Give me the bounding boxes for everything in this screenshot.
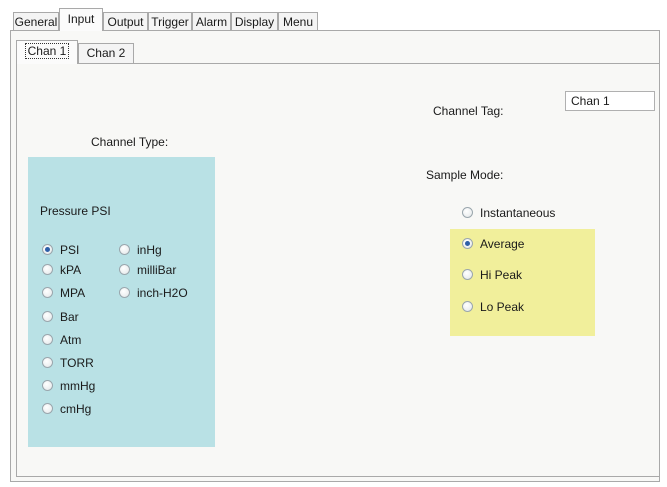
radio-circle [42, 311, 53, 323]
radio-circle [42, 264, 53, 276]
radio-label: cmHg [60, 402, 92, 416]
radio-average[interactable]: Average [462, 236, 524, 252]
radio-label: mmHg [60, 379, 96, 393]
tab-alarm[interactable]: Alarm [192, 12, 231, 30]
subtab-chan-1-label: Chan 1 [24, 43, 70, 59]
subtab-chan-2[interactable]: Chan 2 [78, 43, 134, 63]
radio-circle [119, 287, 130, 299]
radio-circle [42, 380, 53, 392]
tab-output[interactable]: Output [103, 12, 148, 30]
tab-input[interactable]: Input [59, 8, 103, 31]
radio-mmhg[interactable]: mmHg [42, 378, 95, 394]
radio-label: Average [480, 237, 525, 251]
radio-circle [42, 334, 53, 346]
radio-label: milliBar [137, 263, 177, 277]
tab-menu[interactable]: Menu [278, 12, 318, 30]
radio-kpa[interactable]: kPA [42, 262, 81, 278]
radio-bar[interactable]: Bar [42, 309, 79, 325]
channel-tag-input[interactable] [565, 91, 655, 111]
radio-circle [42, 244, 53, 256]
radio-instantaneous[interactable]: Instantaneous [462, 205, 555, 221]
radio-circle [462, 301, 473, 313]
radio-label: Instantaneous [480, 206, 556, 220]
radio-hi-peak[interactable]: Hi Peak [462, 267, 522, 283]
radio-psi[interactable]: PSI [42, 242, 79, 258]
radio-label: inch-H2O [137, 286, 188, 300]
radio-label: inHg [137, 243, 162, 257]
radio-circle [42, 357, 53, 369]
radio-label: TORR [60, 356, 94, 370]
channel-type-label: Channel Type: [91, 135, 169, 149]
pressure-group-label: Pressure PSI [40, 204, 111, 218]
channel-tag-label: Channel Tag: [433, 104, 504, 118]
radio-lo-peak[interactable]: Lo Peak [462, 299, 524, 315]
radio-inch-h2o[interactable]: inch-H2O [119, 285, 188, 301]
radio-label: Atm [60, 333, 82, 347]
radio-circle [462, 207, 473, 219]
tab-trigger[interactable]: Trigger [148, 12, 192, 30]
radio-atm[interactable]: Atm [42, 332, 81, 348]
radio-circle [42, 403, 53, 415]
radio-label: MPA [60, 286, 86, 300]
radio-circle [119, 244, 130, 256]
radio-label: Lo Peak [480, 300, 525, 314]
radio-inhg[interactable]: inHg [119, 242, 162, 258]
radio-label: PSI [60, 243, 80, 257]
radio-label: Hi Peak [480, 268, 523, 282]
radio-label: kPA [60, 263, 82, 277]
radio-millibar[interactable]: milliBar [119, 262, 176, 278]
tab-display[interactable]: Display [231, 12, 278, 30]
radio-circle [462, 269, 473, 281]
subtab-chan-1[interactable]: Chan 1 [16, 40, 78, 64]
sample-mode-label: Sample Mode: [426, 168, 504, 182]
radio-circle [462, 238, 473, 250]
radio-cmhg[interactable]: cmHg [42, 401, 91, 417]
radio-circle [119, 264, 130, 276]
radio-circle [42, 287, 53, 299]
radio-torr[interactable]: TORR [42, 355, 94, 371]
tab-general[interactable]: General [13, 12, 59, 30]
radio-mpa[interactable]: MPA [42, 285, 85, 301]
radio-label: Bar [60, 310, 79, 324]
